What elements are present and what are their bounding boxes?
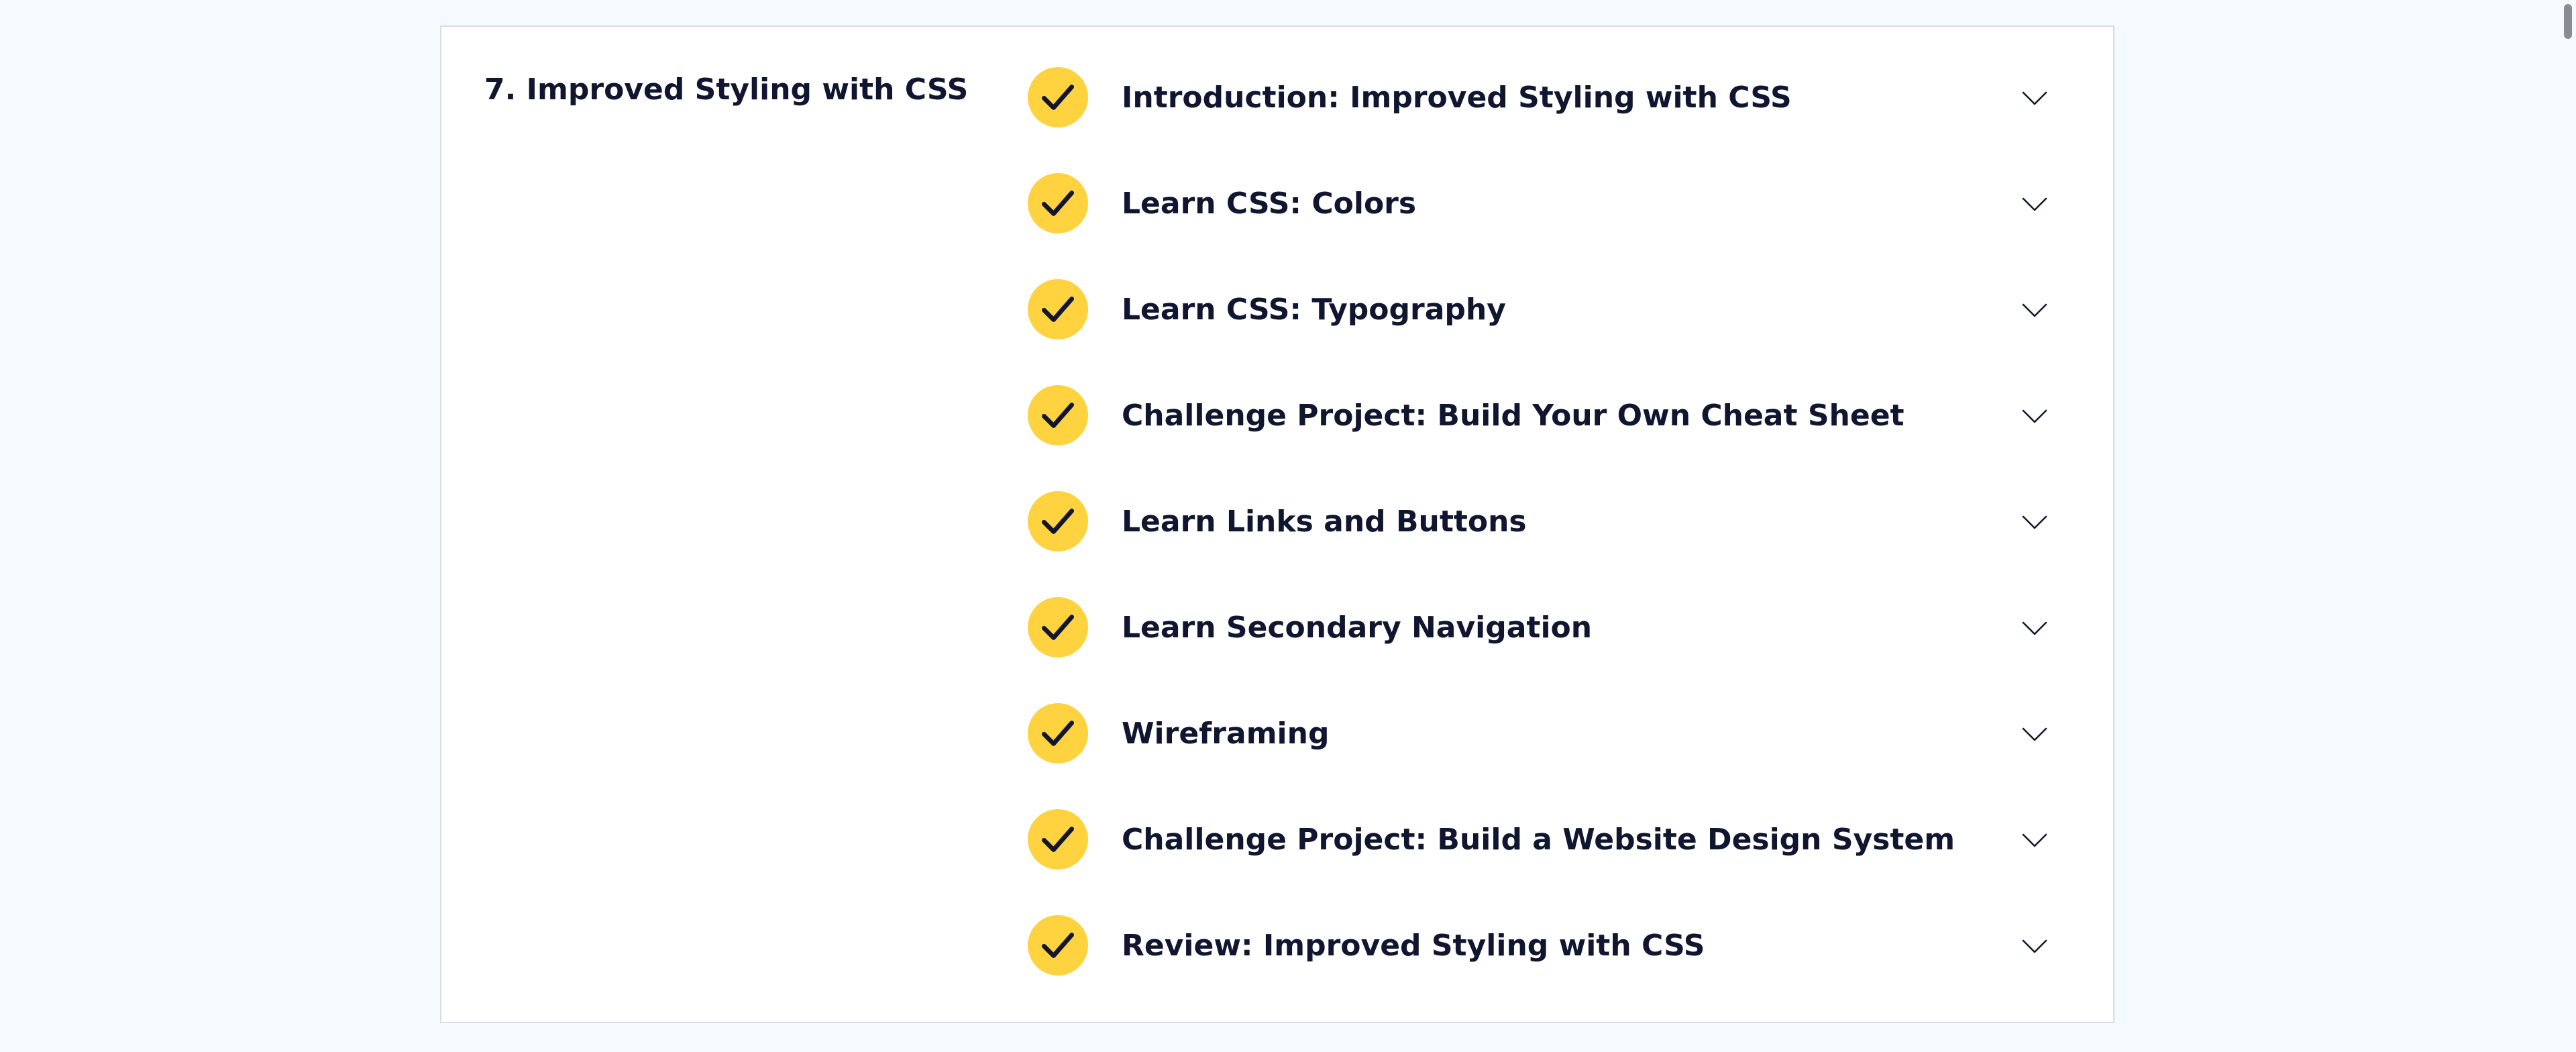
checkmark-icon bbox=[1028, 703, 1088, 764]
chevron-down-icon[interactable] bbox=[2022, 192, 2047, 217]
lesson-item[interactable]: Challenge Project: Build Your Own Cheat … bbox=[1028, 385, 2047, 491]
page: 7. Improved Styling with CSS Introductio… bbox=[0, 0, 2576, 1052]
chevron-down-icon[interactable] bbox=[2022, 510, 2047, 535]
scrollbar-thumb[interactable] bbox=[2564, 4, 2572, 39]
lesson-item[interactable]: Learn Links and Buttons bbox=[1028, 491, 2047, 597]
checkmark-icon bbox=[1028, 67, 1088, 127]
checkmark-icon bbox=[1028, 279, 1088, 339]
lesson-item[interactable]: Learn CSS: Colors bbox=[1028, 173, 2047, 279]
lesson-item[interactable]: Learn Secondary Navigation bbox=[1028, 597, 2047, 703]
lesson-label: Challenge Project: Build a Website Desig… bbox=[1122, 823, 1955, 857]
lesson-label: Challenge Project: Build Your Own Cheat … bbox=[1122, 399, 1904, 433]
chevron-down-icon[interactable] bbox=[2022, 86, 2047, 111]
checkmark-icon bbox=[1028, 385, 1088, 445]
lesson-item[interactable]: Challenge Project: Build a Website Desig… bbox=[1028, 809, 2047, 915]
scrollbar[interactable] bbox=[2561, 0, 2576, 1052]
lesson-label: Learn Links and Buttons bbox=[1122, 505, 1527, 539]
lesson-item[interactable]: Learn CSS: Typography bbox=[1028, 279, 2047, 385]
lesson-label: Learn CSS: Typography bbox=[1122, 293, 1506, 327]
chevron-down-icon[interactable] bbox=[2022, 934, 2047, 959]
section-title: 7. Improved Styling with CSS bbox=[484, 72, 969, 107]
syllabus-section-card: 7. Improved Styling with CSS Introductio… bbox=[440, 25, 2114, 1023]
checkmark-icon bbox=[1028, 491, 1088, 551]
lesson-label: Wireframing bbox=[1122, 717, 1330, 751]
checkmark-icon bbox=[1028, 915, 1088, 976]
checkmark-icon bbox=[1028, 809, 1088, 870]
lesson-label: Learn CSS: Colors bbox=[1122, 187, 1417, 221]
checkmark-icon bbox=[1028, 173, 1088, 233]
lesson-item[interactable]: Review: Improved Styling with CSS bbox=[1028, 915, 2047, 1021]
chevron-down-icon[interactable] bbox=[2022, 722, 2047, 747]
lesson-list: Introduction: Improved Styling with CSS … bbox=[1028, 67, 2047, 1021]
chevron-down-icon[interactable] bbox=[2022, 298, 2047, 323]
lesson-label: Introduction: Improved Styling with CSS bbox=[1122, 81, 1792, 115]
lesson-label: Learn Secondary Navigation bbox=[1122, 611, 1593, 645]
lesson-item[interactable]: Wireframing bbox=[1028, 703, 2047, 809]
chevron-down-icon[interactable] bbox=[2022, 616, 2047, 641]
lesson-item[interactable]: Introduction: Improved Styling with CSS bbox=[1028, 67, 2047, 173]
chevron-down-icon[interactable] bbox=[2022, 404, 2047, 429]
checkmark-icon bbox=[1028, 597, 1088, 658]
chevron-down-icon[interactable] bbox=[2022, 828, 2047, 853]
lesson-label: Review: Improved Styling with CSS bbox=[1122, 929, 1705, 963]
